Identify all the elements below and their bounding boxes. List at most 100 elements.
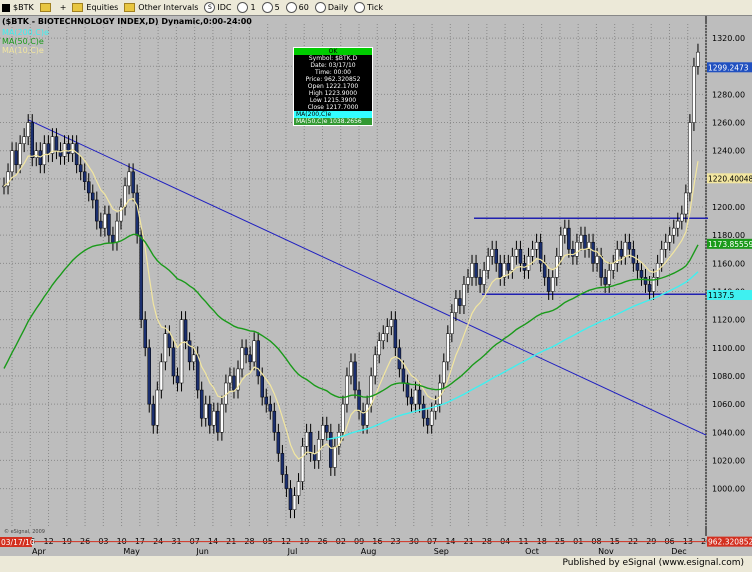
- candle-body: [195, 354, 200, 391]
- candle-body: [478, 277, 482, 285]
- square-icon: [2, 3, 10, 12]
- candle-body: [466, 277, 470, 285]
- candle-body: [163, 333, 168, 363]
- month-label: May: [123, 547, 140, 556]
- candle-body: [38, 150, 43, 166]
- candle-body: [127, 171, 131, 187]
- candle-body: [405, 382, 410, 398]
- popup-high: High 1223.9000: [308, 90, 358, 97]
- candle-body: [446, 333, 450, 363]
- symbol-label: $BTK: [13, 3, 34, 12]
- price-label: 962.320852: [708, 538, 752, 547]
- candle-body: [320, 424, 325, 440]
- candle-body: [591, 241, 595, 264]
- month-label: Jul: [287, 547, 298, 556]
- candle-body: [486, 256, 490, 271]
- y-tick-label: 1020.00: [712, 456, 745, 465]
- candle-body: [450, 312, 454, 334]
- candle-body: [393, 319, 398, 349]
- candle-body: [46, 143, 51, 154]
- candle-body: [147, 347, 151, 405]
- symbol-field[interactable]: $BTK: [0, 3, 34, 12]
- data-popup[interactable]: OK Symbol: $BTK,D Date: 03/17/10 Time: 0…: [293, 47, 373, 126]
- interval-1-button[interactable]: 1: [237, 2, 256, 13]
- interval-5-button[interactable]: 5: [261, 2, 280, 13]
- candle-body: [377, 340, 381, 356]
- candle-body: [167, 333, 172, 349]
- candle-body: [433, 403, 438, 412]
- y-tick-label: 1120.00: [712, 316, 745, 325]
- candle-body: [208, 403, 212, 426]
- candle-body: [131, 171, 135, 194]
- month-label: Jun: [195, 547, 209, 556]
- y-tick-label: 1080.00: [712, 372, 745, 381]
- candle-body: [676, 220, 680, 229]
- add-button[interactable]: +: [60, 3, 67, 12]
- candle-body: [357, 389, 361, 412]
- popup-time: Time: 00:00: [315, 69, 351, 76]
- other-intervals-menu[interactable]: Other Intervals: [124, 3, 198, 12]
- equities-menu[interactable]: Equities: [72, 3, 118, 12]
- candle-body: [619, 249, 624, 257]
- y-tick-label: 1180.00: [712, 231, 745, 240]
- folder-icon: [124, 3, 136, 12]
- y-tick-label: 1060.00: [712, 400, 745, 409]
- folder-button[interactable]: [39, 3, 54, 12]
- candle-body: [252, 340, 256, 363]
- candle-body: [603, 277, 607, 285]
- idc-button[interactable]: S IDC: [204, 2, 231, 13]
- daily-button[interactable]: Daily: [314, 2, 348, 13]
- candle-body: [143, 319, 147, 349]
- candle-body: [216, 410, 220, 433]
- chart-title: ($BTK - BIOTECHNOLOGY INDEX,D) Dynamic,0…: [2, 17, 252, 26]
- candle-body: [510, 256, 515, 271]
- other-intervals-label: Other Intervals: [138, 3, 199, 12]
- candle-body: [417, 389, 422, 405]
- candle-body: [389, 319, 394, 327]
- candle-body: [22, 136, 26, 144]
- candle-body: [462, 284, 466, 306]
- candle-body: [470, 263, 474, 278]
- candle-body: [203, 403, 208, 419]
- price-label: 1137.5: [708, 291, 734, 300]
- candle-body: [680, 213, 684, 222]
- interval-60-button[interactable]: 60: [285, 2, 309, 13]
- interval-5-label: 5: [274, 3, 280, 12]
- candle-body: [635, 263, 640, 271]
- candle-body: [78, 164, 83, 173]
- candle-body: [349, 361, 353, 377]
- legend-ma200: MA(200,C)e: [2, 28, 49, 37]
- candle-body: [595, 256, 599, 264]
- candle-body: [692, 65, 696, 123]
- candle-body: [284, 474, 289, 489]
- popup-low: Low 1215.3900: [309, 97, 357, 104]
- y-tick-label: 1040.00: [712, 428, 745, 437]
- y-tick-label: 1320.00: [712, 34, 745, 43]
- month-label: Apr: [32, 547, 47, 556]
- tick-button[interactable]: Tick: [354, 2, 383, 13]
- candle-body: [244, 347, 248, 356]
- candle-body: [260, 375, 264, 398]
- chart-svg[interactable]: 1000.00 1020.00 1040.00 1060.00 1080.00 1100.…: [0, 16, 752, 556]
- footer: Published by eSignal (www.esignal.com): [0, 556, 752, 572]
- candle-body: [627, 241, 632, 250]
- candle-body: [575, 241, 579, 257]
- candle-body: [74, 143, 79, 166]
- candle-body: [139, 234, 143, 320]
- candle-body: [550, 277, 555, 292]
- price-label: 1299.2473: [708, 63, 749, 72]
- popup-date: Date: 03/17/10: [310, 62, 356, 69]
- candle-body: [514, 249, 519, 257]
- candle-body: [542, 263, 547, 278]
- candle-body: [240, 347, 244, 370]
- popup-open: Open 1222.1700: [307, 83, 359, 90]
- candle-body: [599, 256, 603, 278]
- candle-body: [175, 375, 180, 384]
- popup-ok[interactable]: OK: [294, 48, 372, 55]
- legend-ma10: MA(10,C)e: [2, 46, 44, 55]
- month-label: Aug: [361, 547, 377, 556]
- candle-body: [474, 263, 478, 278]
- candle-body: [70, 143, 75, 154]
- candle-body: [14, 150, 18, 166]
- ma200-line: [326, 271, 699, 440]
